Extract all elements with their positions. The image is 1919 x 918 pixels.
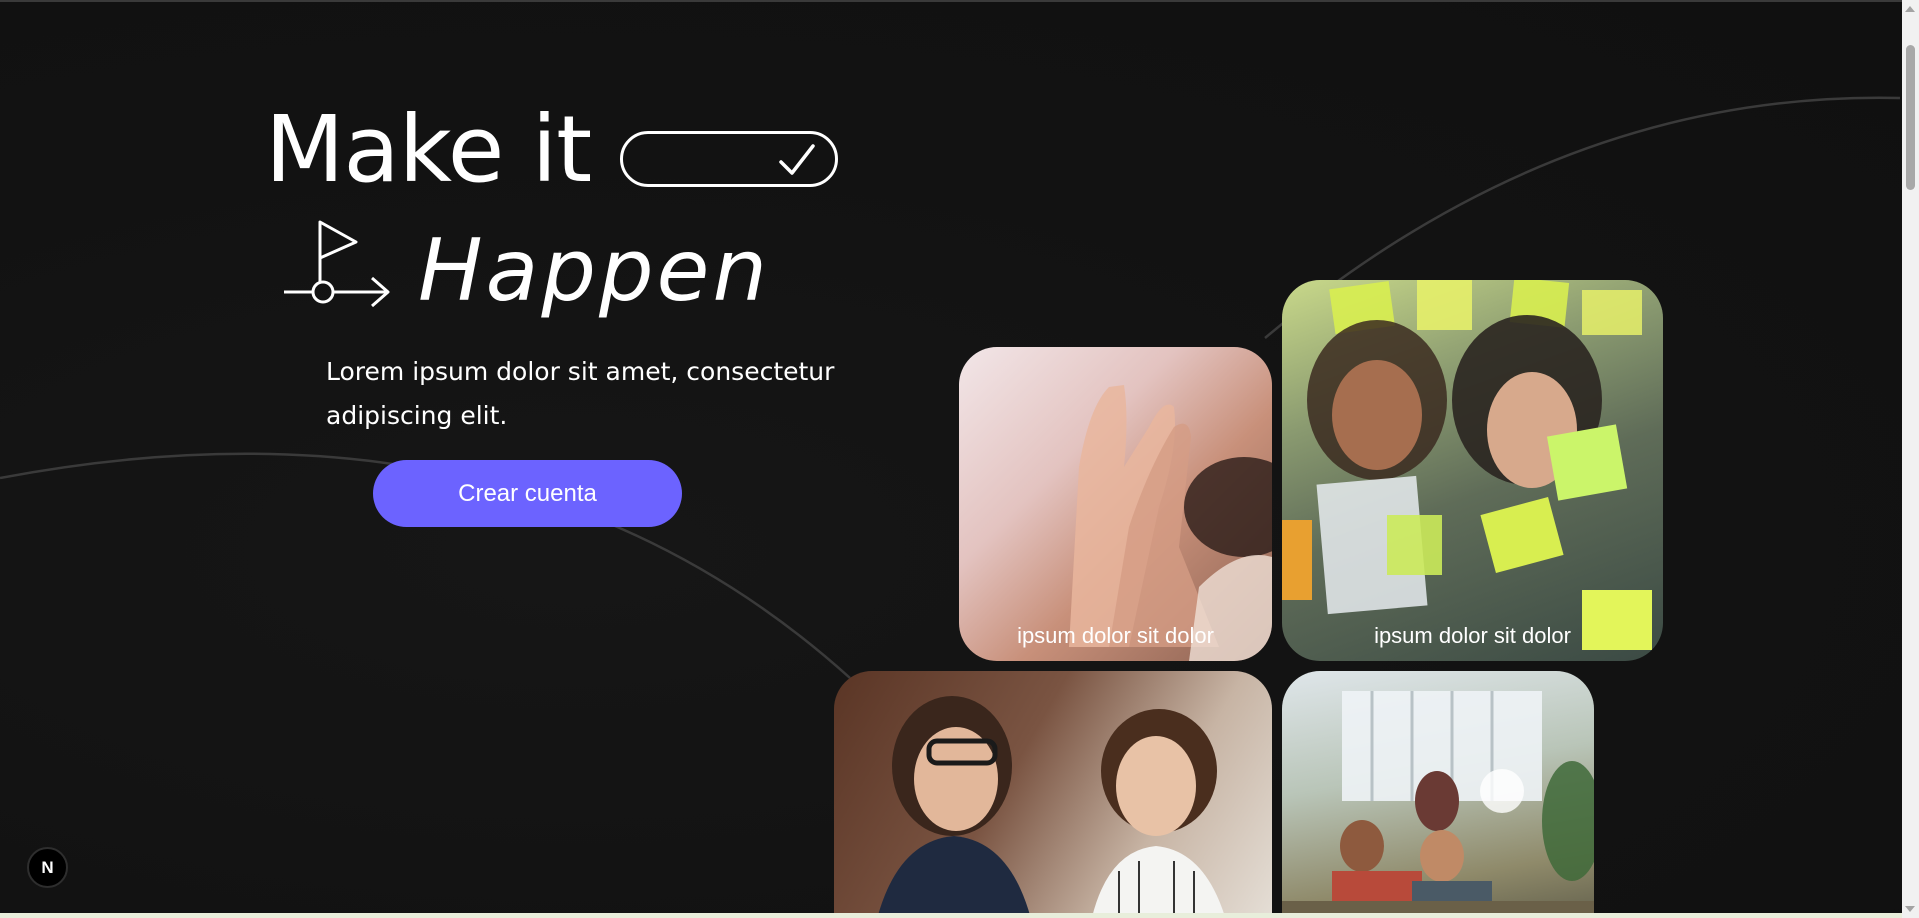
scroll-up-arrow-icon[interactable] bbox=[1905, 6, 1915, 12]
hero-subtitle: Lorem ipsum dolor sit amet, consectetur … bbox=[326, 357, 835, 430]
photo-card-coworkers[interactable] bbox=[834, 671, 1272, 918]
high-five-photo-icon bbox=[1069, 385, 1272, 661]
photo-card-office-team[interactable] bbox=[1282, 671, 1594, 918]
scroll-down-arrow-icon[interactable] bbox=[1905, 906, 1915, 912]
smiling-coworkers-photo-icon bbox=[877, 696, 1226, 918]
hero-title-line2: Happen bbox=[418, 221, 770, 321]
checkmark-icon bbox=[779, 144, 815, 175]
hero-title-row: Make it bbox=[265, 95, 838, 205]
bottom-edge-strip bbox=[0, 913, 1902, 918]
photo-card-high-five[interactable]: ipsum dolor sit dolor bbox=[959, 347, 1272, 661]
nextjs-dev-badge[interactable]: N bbox=[27, 847, 68, 888]
hero-title-line1: Make it bbox=[265, 96, 592, 203]
create-account-button[interactable]: Crear cuenta bbox=[373, 460, 682, 527]
card-caption: ipsum dolor sit dolor bbox=[1017, 623, 1214, 648]
office-team-photo-icon bbox=[1282, 691, 1594, 918]
vertical-scrollbar[interactable] bbox=[1902, 0, 1919, 918]
landing-page: Make it Happen Lorem ipsum dolor sit ame… bbox=[0, 0, 1919, 918]
scrollbar-thumb[interactable] bbox=[1906, 45, 1915, 190]
flag-route-icon bbox=[284, 220, 390, 308]
sticky-notes-photo-icon bbox=[1282, 280, 1652, 650]
check-toggle-icon bbox=[620, 131, 838, 187]
card-caption: ipsum dolor sit dolor bbox=[1374, 623, 1571, 648]
photo-card-sticky-notes[interactable]: ipsum dolor sit dolor bbox=[1282, 280, 1663, 661]
